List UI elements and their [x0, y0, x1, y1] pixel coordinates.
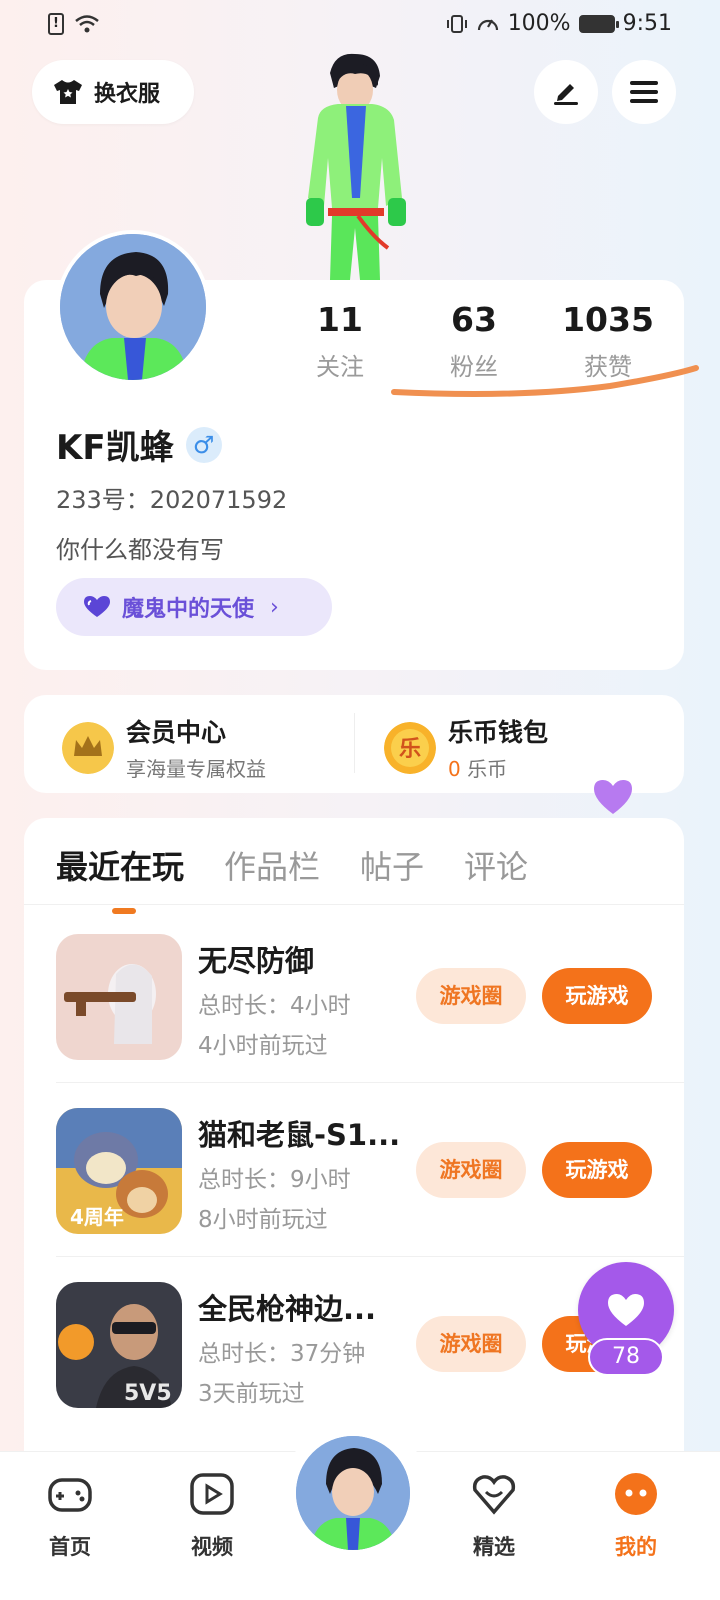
svg-text:5V5: 5V5 [124, 1381, 172, 1406]
game-circle-button[interactable]: 游戏圈 [416, 968, 526, 1024]
tab-divider [24, 904, 684, 905]
game-thumbnail[interactable] [56, 934, 182, 1060]
wallet-button[interactable]: 乐 乐币钱包 0 乐币 [384, 713, 548, 782]
game-thumbnail[interactable]: 5V5 [56, 1282, 182, 1408]
activity-card: 最近在玩 作品栏 帖子 评论 无尽防御 总时长：4小时 4小时前玩过 游戏圈 玩… [24, 818, 684, 1478]
clock: 9:51 [622, 11, 672, 36]
tab-works[interactable]: 作品栏 [224, 842, 320, 888]
video-icon [190, 1473, 234, 1515]
game-name: 全民枪神边... [198, 1292, 377, 1326]
nav-home[interactable]: 首页 [30, 1472, 110, 1561]
battery-percent: 100% [507, 11, 571, 36]
member-center-title: 会员中心 [126, 718, 227, 747]
nav-video[interactable]: 视频 [172, 1472, 252, 1561]
wallet-unit: 乐币 [467, 757, 508, 781]
heart-diamond-icon [472, 1475, 516, 1515]
game-last-played: 3天前玩过 [198, 1381, 305, 1407]
nav-video-label: 视频 [191, 1535, 233, 1559]
nav-featured-label: 精选 [473, 1535, 515, 1559]
svg-text:4周年: 4周年 [70, 1205, 124, 1229]
shirt-icon [54, 80, 82, 104]
chevron-right-icon: › [270, 594, 279, 620]
game-duration: 总时长：9小时 [198, 1167, 351, 1193]
user-bio[interactable]: 你什么都没有写 [56, 530, 224, 565]
username: KF凯蜂 ♂ [56, 420, 222, 469]
floating-heart-icon [594, 780, 632, 814]
play-game-button[interactable]: 玩游戏 [542, 1142, 652, 1198]
game-last-played: 8小时前玩过 [198, 1207, 328, 1233]
menu-button[interactable] [612, 60, 676, 124]
stat-fans-value: 63 [451, 300, 497, 339]
member-center-button[interactable]: 会员中心 享海量专属权益 [62, 713, 266, 782]
game-duration: 总时长：37分钟 [198, 1341, 366, 1367]
profile-face-icon [615, 1473, 657, 1515]
game-circle-button[interactable]: 游戏圈 [416, 1142, 526, 1198]
edit-button[interactable] [534, 60, 598, 124]
heart-badge-icon [84, 596, 110, 617]
stat-following-value: 11 [317, 300, 363, 339]
game-circle-button[interactable]: 游戏圈 [416, 1316, 526, 1372]
divider [354, 713, 355, 773]
status-bar: ! 100% 9:51 [0, 0, 720, 50]
speed-icon [477, 18, 498, 30]
tab-posts[interactable]: 帖子 [360, 842, 424, 888]
change-outfit-label: 换衣服 [94, 82, 161, 107]
avatar-image [60, 234, 206, 380]
title-tag-label: 魔鬼中的天使 [122, 597, 255, 622]
like-count-badge: 78 [588, 1338, 664, 1376]
change-outfit-button[interactable]: 换衣服 [32, 60, 194, 124]
gamepad-icon [48, 1478, 92, 1512]
tab-comments[interactable]: 评论 [464, 842, 528, 888]
vibrate-icon [446, 14, 467, 33]
nav-home-label: 首页 [49, 1535, 91, 1559]
game-row[interactable]: 无尽防御 总时长：4小时 4小时前玩过 游戏圈 玩游戏 [56, 934, 684, 1108]
game-thumbnail[interactable]: 4周年 [56, 1108, 182, 1234]
nav-mine-label: 我的 [615, 1535, 657, 1559]
battery-icon [578, 14, 619, 33]
row-divider [56, 1082, 684, 1083]
nav-mine[interactable]: 我的 [596, 1472, 676, 1561]
game-name: 猫和老鼠-S1... [198, 1118, 401, 1152]
crown-icon [62, 721, 114, 774]
edit-icon [554, 84, 578, 105]
title-tag-button[interactable]: 魔鬼中的天使 › [56, 578, 332, 636]
wallet-amount: 0 [448, 757, 461, 781]
wallet-title: 乐币钱包 [448, 718, 549, 747]
handwritten-underline [391, 365, 699, 397]
member-center-subtitle: 享海量专属权益 [126, 757, 266, 781]
tab-bar: 最近在玩 作品栏 帖子 评论 [56, 842, 528, 914]
menu-icon [630, 81, 658, 103]
nav-avatar-image [296, 1436, 410, 1550]
tab-recently-played[interactable]: 最近在玩 [56, 842, 184, 914]
game-duration: 总时长：4小时 [198, 993, 351, 1019]
game-last-played: 4小时前玩过 [198, 1033, 328, 1059]
avatar-figure[interactable] [290, 48, 420, 283]
play-game-button[interactable]: 玩游戏 [542, 968, 652, 1024]
username-text: KF凯蜂 [56, 428, 174, 468]
user-id: 233号：202071592 [56, 486, 288, 514]
wifi-icon [75, 15, 99, 33]
user-avatar[interactable] [56, 230, 210, 384]
game-name: 无尽防御 [198, 944, 315, 978]
row-divider [56, 1256, 684, 1257]
male-icon: ♂ [185, 426, 222, 463]
nav-featured[interactable]: 精选 [454, 1472, 534, 1561]
sim-alert-icon: ! [48, 13, 64, 35]
heart-icon [608, 1294, 644, 1326]
coin-icon: 乐 [384, 721, 436, 774]
nav-avatar-button[interactable] [296, 1436, 410, 1550]
stat-likes-value: 1035 [562, 300, 654, 339]
game-row[interactable]: 4周年 猫和老鼠-S1... 总时长：9小时 8小时前玩过 游戏圈 玩游戏 [56, 1108, 684, 1282]
coin-icon-char: 乐 [399, 737, 421, 762]
member-wallet-card: 会员中心 享海量专属权益 乐 乐币钱包 0 乐币 [24, 695, 684, 793]
